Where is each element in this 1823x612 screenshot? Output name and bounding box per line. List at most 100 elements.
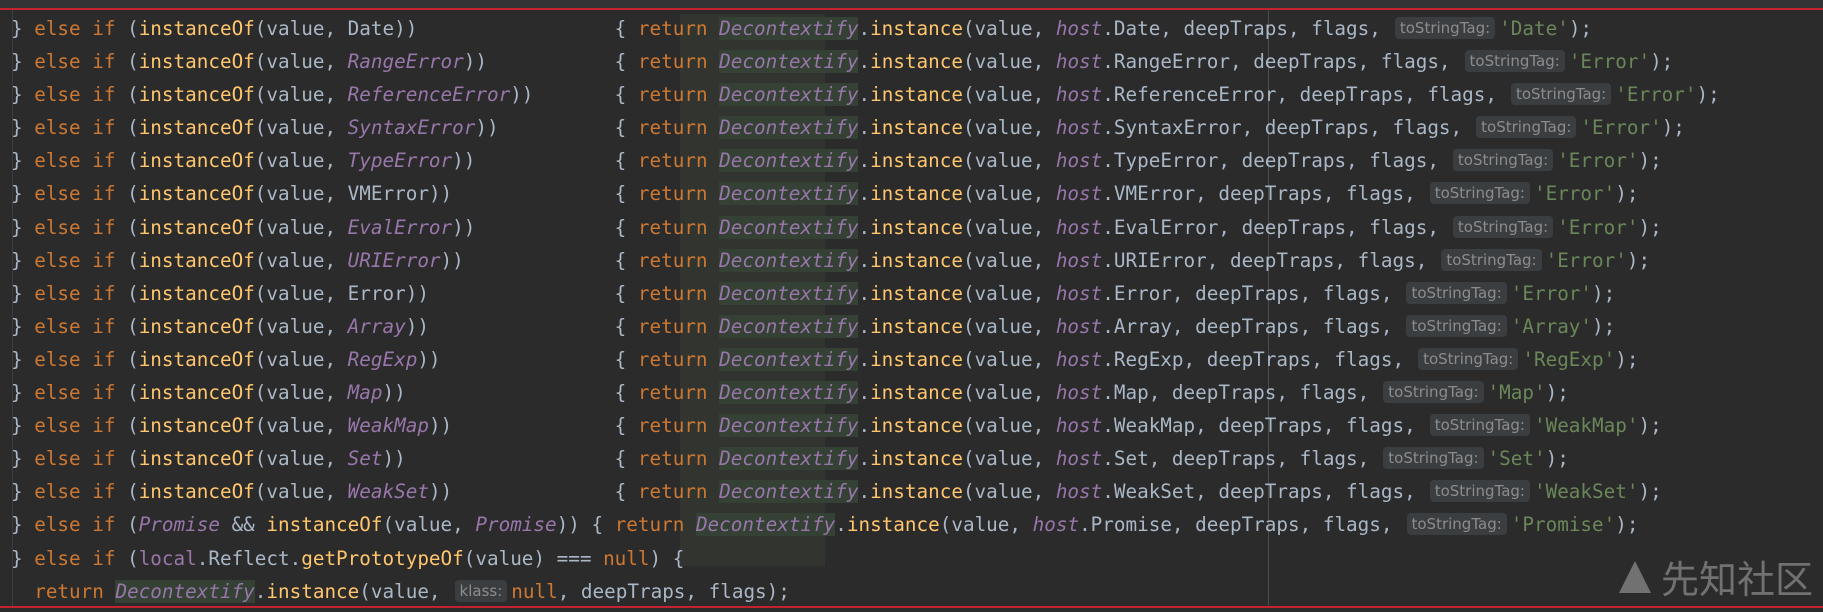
decontextify-ref: Decontextify — [719, 182, 859, 206]
punct: ( — [115, 281, 139, 305]
function-name: instanceOf — [138, 116, 255, 140]
padding: { — [475, 149, 638, 173]
brace: } — [11, 116, 35, 140]
string-literal: 'Array' — [1510, 314, 1593, 338]
inlay-hint: toStringTag: — [1429, 182, 1530, 205]
inlay-hint: klass: — [454, 579, 508, 602]
code-line[interactable]: } else if (instanceOf(value, WeakMap)) {… — [11, 409, 1720, 442]
code-line[interactable]: } else if (instanceOf(value, Set)) { ret… — [11, 442, 1720, 475]
code-line[interactable]: } else if (instanceOf(value, SyntaxError… — [11, 111, 1720, 144]
args: (value, — [254, 149, 348, 173]
string-literal: 'Error' — [1533, 182, 1616, 206]
brace: } — [11, 480, 35, 504]
code-line[interactable]: } else if (instanceOf(value, WeakSet)) {… — [11, 475, 1720, 508]
punct: ( — [115, 116, 139, 140]
args: .Map, deepTraps, flags, — [1102, 381, 1370, 405]
args: (value, — [962, 480, 1056, 504]
punct: )) — [452, 215, 476, 239]
code-line[interactable]: } else if (Promise && instanceOf(value, … — [11, 508, 1720, 541]
args: (value, — [254, 347, 348, 371]
code-line[interactable]: } else if (instanceOf(value, RegExp)) { … — [11, 343, 1720, 376]
string-literal: 'Error' — [1568, 50, 1651, 74]
args: .EvalError, deepTraps, flags, — [1102, 215, 1439, 239]
code-line[interactable]: } else if (instanceOf(value, Map)) { ret… — [11, 376, 1720, 409]
code-line[interactable]: } else if (instanceOf(value, Error)) { r… — [11, 277, 1720, 310]
padding: { — [452, 480, 638, 504]
keyword-else-if: else if — [34, 182, 116, 206]
keyword-return: return — [637, 149, 708, 173]
code-line[interactable]: } else if (instanceOf(value, ReferenceEr… — [11, 78, 1720, 111]
code-line[interactable]: return Decontextify.instance(value, klass… — [11, 575, 1720, 608]
code-editor[interactable]: } else if (instanceOf(value, Date)) { re… — [0, 0, 1823, 612]
class-name: Array — [347, 314, 406, 338]
keyword-return: return — [637, 480, 708, 504]
punct: ); — [1592, 314, 1616, 338]
punct: )) — [475, 116, 499, 140]
args: (value, — [359, 579, 441, 603]
host-ref: host — [1032, 513, 1080, 537]
keyword-else-if: else if — [34, 480, 116, 504]
dot: . — [858, 50, 871, 74]
function-name: instanceOf — [138, 17, 255, 40]
class-name: Error — [347, 281, 406, 305]
punct: ( — [115, 414, 139, 438]
inlay-hint: toStringTag: — [1476, 116, 1577, 139]
string-literal: 'WeakSet' — [1533, 480, 1639, 504]
args: (value, — [962, 149, 1056, 173]
function-name: instanceOf — [266, 513, 383, 537]
function-name: instanceOf — [138, 314, 255, 338]
keyword-return: return — [637, 347, 708, 371]
args: .Array, deepTraps, flags, — [1102, 314, 1393, 338]
string-literal: 'Error' — [1580, 116, 1662, 140]
brace: } — [11, 149, 35, 173]
code-line[interactable]: } else if (instanceOf(value, EvalError))… — [11, 211, 1720, 244]
function-name: instanceOf — [138, 248, 255, 272]
punct: ( — [115, 347, 139, 371]
code-line[interactable]: } else if (instanceOf(value, TypeError))… — [11, 144, 1720, 177]
punct: ( — [115, 546, 139, 570]
inlay-hint: toStringTag: — [1418, 347, 1519, 370]
punct: ); — [1650, 50, 1674, 74]
decontextify-ref: Decontextify — [719, 83, 859, 107]
class-name: RangeError — [347, 50, 464, 74]
punct: )) — [463, 50, 487, 74]
code-area[interactable]: } else if (instanceOf(value, Date)) { re… — [11, 12, 1720, 608]
dot: . — [254, 579, 267, 603]
code-line[interactable]: } else if (local.Reflect.getPrototypeOf(… — [11, 542, 1720, 575]
host-ref: host — [1055, 116, 1103, 140]
host-ref: host — [1055, 248, 1103, 272]
dot: . — [858, 215, 871, 239]
keyword-return: return — [637, 50, 708, 74]
decontextify-ref: Decontextify — [719, 215, 859, 239]
punct: )) — [440, 248, 464, 272]
string-literal: 'Error' — [1615, 83, 1697, 107]
inlay-hint: toStringTag: — [1406, 314, 1507, 337]
args: (value, — [254, 116, 348, 140]
brace: } — [11, 314, 35, 338]
code-line[interactable]: } else if (instanceOf(value, URIError)) … — [11, 244, 1720, 277]
code-line[interactable]: } else if (instanceOf(value, VMError)) {… — [11, 177, 1720, 210]
method-name: instance — [870, 381, 963, 405]
padding: { — [486, 50, 638, 74]
code-line[interactable]: } else if (instanceOf(value, Array)) { r… — [11, 310, 1720, 343]
local-ref: local — [138, 546, 197, 570]
args: .Error, deepTraps, flags, — [1102, 281, 1393, 305]
watermark-text: 先知社区 — [1660, 558, 1813, 602]
method-name: instance — [870, 281, 963, 305]
args: .RegExp, deepTraps, flags, — [1102, 347, 1405, 371]
function-name: instanceOf — [138, 381, 255, 405]
code-line[interactable]: } else if (instanceOf(value, Date)) { re… — [11, 12, 1720, 45]
args: .WeakSet, deepTraps, flags, — [1102, 480, 1416, 504]
code-line[interactable]: } else if (instanceOf(value, RangeError)… — [11, 45, 1720, 78]
brace: } — [11, 447, 35, 471]
args: (value, — [254, 447, 348, 471]
